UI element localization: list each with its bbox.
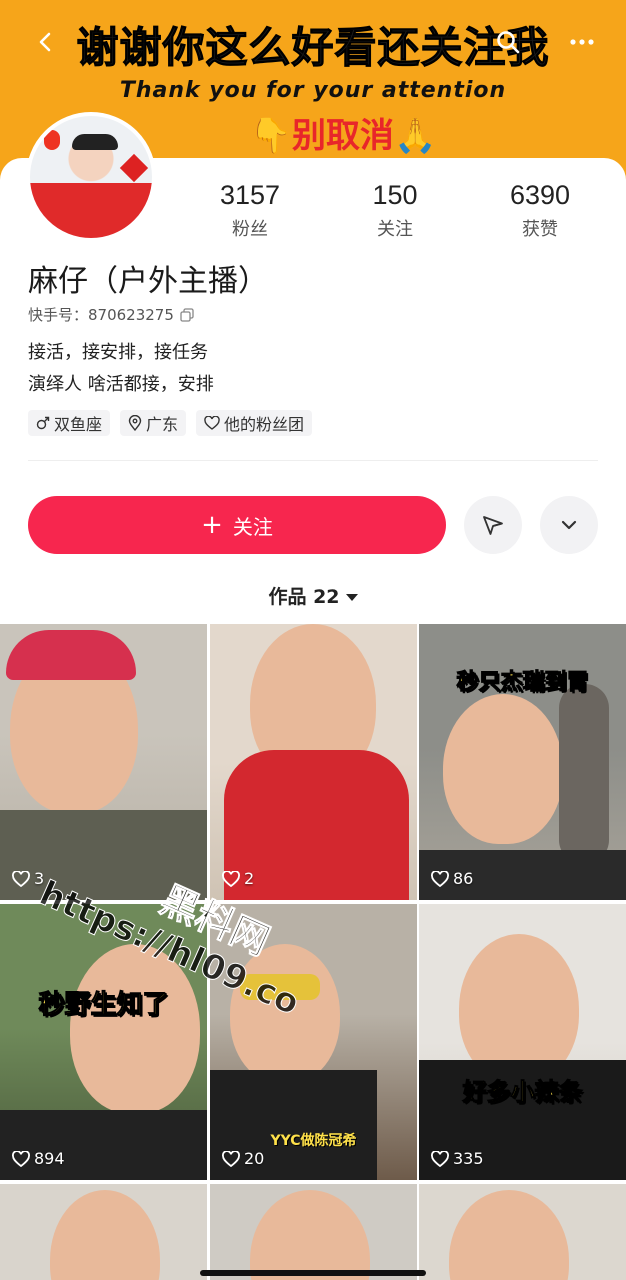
copy-icon — [180, 307, 194, 322]
plus-icon: + — [201, 510, 223, 540]
home-indicator[interactable] — [200, 1270, 426, 1276]
stat-value: 6390 — [509, 180, 571, 210]
video-likes: 3 — [12, 869, 44, 888]
video-thumbnail[interactable]: 3 — [0, 624, 207, 900]
location-pin-icon — [128, 415, 142, 431]
tag-zodiac: 双鱼座 — [28, 410, 111, 436]
heart-icon — [431, 870, 449, 887]
tab-works-label: 作品 22 — [268, 586, 340, 608]
thumb-face — [449, 1190, 569, 1280]
back-button[interactable] — [28, 24, 64, 60]
video-likes: 86 — [431, 869, 473, 888]
thumb-face — [250, 1190, 370, 1280]
video-likes: 335 — [431, 1149, 484, 1168]
share-button[interactable] — [464, 496, 522, 554]
profile-stats: 3157 粉丝 150 关注 6390 获赞 — [190, 180, 600, 241]
more-dots-icon — [570, 39, 594, 45]
video-likes: 894 — [12, 1149, 65, 1168]
stat-likes[interactable]: 6390 获赞 — [480, 180, 600, 241]
video-caption: 秒野生知了 — [38, 990, 169, 1021]
banner-title: 谢谢你这么好看还关注我 — [76, 23, 550, 73]
stat-label: 获赞 — [522, 219, 558, 240]
thumb-face — [70, 944, 200, 1114]
thumb-mask — [240, 974, 320, 1000]
thumb-face — [230, 944, 340, 1084]
male-icon — [36, 416, 50, 430]
stat-label: 关注 — [377, 219, 413, 240]
profile-tags: 双鱼座 广东 他的粉丝团 — [28, 410, 313, 436]
chevron-left-icon — [39, 32, 51, 52]
video-thumbnail[interactable] — [0, 1184, 207, 1280]
stat-following[interactable]: 150 关注 — [335, 180, 455, 241]
heart-icon — [431, 1150, 449, 1167]
video-likes: 20 — [222, 1149, 264, 1168]
heart-icon — [12, 870, 30, 887]
more-button[interactable] — [564, 24, 600, 60]
send-icon — [483, 516, 503, 535]
likes-count: 3 — [34, 869, 45, 888]
caret-down-icon — [345, 594, 358, 601]
expand-button[interactable] — [540, 496, 598, 554]
video-thumbnail[interactable]: 秒只杰瑞到胃 86 — [419, 624, 626, 900]
video-caption: YYC做陈冠希 — [270, 1133, 357, 1149]
video-caption: 好多小辣条 — [462, 1078, 583, 1107]
heart-icon — [222, 870, 240, 887]
tag-label: 他的粉丝团 — [224, 415, 305, 434]
kuaishou-id: 快手号：870623275 — [28, 306, 174, 324]
heart-icon — [222, 1150, 240, 1167]
tag-label: 广东 — [146, 415, 179, 434]
search-icon — [497, 31, 520, 54]
thumb-mouse — [559, 684, 609, 864]
video-likes: 2 — [222, 869, 254, 888]
fu-decoration — [119, 153, 149, 183]
likes-count: 335 — [453, 1149, 484, 1168]
video-grid: 3 2 秒只杰瑞到胃 86 秒野生知了 894 YYC做陈冠希 20 好多小辣条… — [0, 624, 626, 1280]
bio-line: 演绎人 啥活都接，安排 — [28, 374, 214, 395]
avatar[interactable] — [26, 112, 156, 242]
video-thumbnail[interactable] — [419, 1184, 626, 1280]
likes-count: 2 — [244, 869, 255, 888]
likes-count: 894 — [34, 1149, 65, 1168]
tag-label: 双鱼座 — [54, 415, 103, 434]
chevron-down-icon — [561, 520, 577, 530]
video-thumbnail[interactable]: 2 — [210, 624, 417, 900]
thumb-shirt — [0, 1110, 207, 1180]
video-thumbnail[interactable]: 好多小辣条 335 — [419, 904, 626, 1180]
profile-name: 麻仔（户外主播） — [28, 264, 268, 299]
bio-line: 接活，接安排，接任务 — [28, 342, 208, 363]
avatar-hair — [72, 134, 118, 150]
thumb-face — [443, 694, 563, 844]
likes-count: 20 — [244, 1149, 265, 1168]
tag-fan-club[interactable]: 他的粉丝团 — [196, 410, 313, 436]
stat-label: 粉丝 — [232, 219, 268, 240]
follow-label: 关注 — [232, 514, 273, 539]
follow-button[interactable]: + 关注 — [28, 496, 446, 554]
likes-count: 86 — [453, 869, 474, 888]
video-thumbnail[interactable]: 秒野生知了 894 — [0, 904, 207, 1180]
tag-location: 广东 — [120, 410, 187, 436]
thumb-face — [50, 1190, 160, 1280]
divider — [28, 460, 598, 461]
stat-value: 150 — [372, 180, 418, 210]
thumb-hair — [6, 630, 136, 680]
heart-icon — [12, 1150, 30, 1167]
stat-value: 3157 — [219, 180, 281, 210]
video-thumbnail[interactable] — [210, 1184, 417, 1280]
search-button[interactable] — [490, 24, 526, 60]
fan-club-heart-icon — [204, 416, 220, 430]
video-caption: 秒只杰瑞到胃 — [456, 670, 589, 696]
kuaishou-id-row[interactable]: 快手号：870623275 — [28, 304, 194, 325]
stat-followers[interactable]: 3157 粉丝 — [190, 180, 310, 241]
video-thumbnail[interactable]: YYC做陈冠希 20 — [210, 904, 417, 1180]
tab-works[interactable]: 作品 22 — [0, 582, 626, 609]
lantern-decoration — [44, 130, 60, 150]
banner-subtitle: Thank you for your attention — [119, 78, 507, 103]
